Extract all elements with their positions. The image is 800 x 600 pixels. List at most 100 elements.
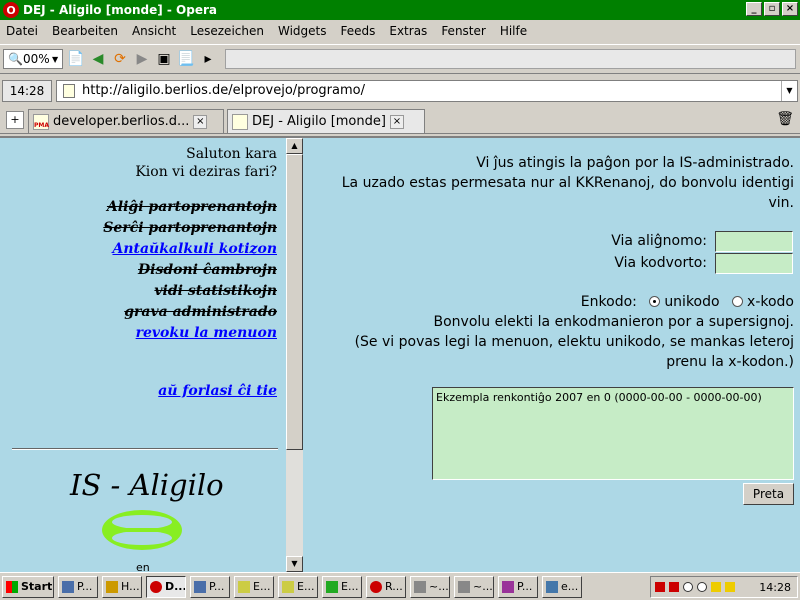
menu-lesezeichen[interactable]: Lesezeichen (183, 24, 271, 38)
chevron-down-icon: ▼ (52, 54, 59, 64)
task-label: ~... (429, 580, 449, 593)
clock-display: 14:28 (2, 79, 52, 102)
username-input[interactable] (715, 231, 793, 252)
link-administrado[interactable]: grava administrado (124, 304, 277, 320)
url-input[interactable]: http://aligilo.berlios.de/elprovejo/prog… (56, 79, 798, 102)
task-button[interactable]: P... (498, 575, 538, 598)
menu-datei[interactable]: Datei (0, 24, 45, 38)
close-button[interactable]: × (782, 2, 798, 16)
task-button[interactable]: H... (102, 575, 142, 598)
logo-icon (102, 510, 182, 550)
tray-icon[interactable] (697, 582, 707, 592)
task-button[interactable]: E... (278, 575, 318, 598)
task-label: P... (517, 580, 533, 593)
window-titlebar: O DEJ - Aligilo [monde] - Opera _ ▫ × (0, 0, 800, 20)
tray-icon[interactable] (711, 582, 721, 592)
task-button[interactable]: P... (190, 575, 230, 598)
panel-icon[interactable]: ▣ (155, 50, 173, 68)
logout-link[interactable]: aŭ forlasi ĉi tie (158, 383, 277, 399)
tab-developer-berlios[interactable]: PMA developer.berlios.d... × (28, 109, 224, 133)
login-frame: Vi ĵus atingis la paĝon por la IS-admini… (305, 138, 800, 572)
back-icon[interactable]: ◀ (89, 50, 107, 68)
maximize-button[interactable]: ▫ (764, 2, 780, 16)
minimize-button[interactable]: _ (746, 2, 762, 16)
vertical-scrollbar[interactable]: ▲ ▼ (286, 138, 303, 572)
password-input[interactable] (715, 253, 793, 274)
window-title: DEJ - Aligilo [monde] - Opera (23, 3, 217, 17)
task-label: P... (209, 580, 225, 593)
book-icon (502, 580, 514, 593)
task-label: E... (297, 580, 315, 593)
search-field[interactable] (225, 49, 796, 69)
tab-dej-aligilo[interactable]: DEJ - Aligilo [monde] × (227, 109, 425, 133)
menu-hilfe[interactable]: Hilfe (493, 24, 534, 38)
link-statistikoj[interactable]: vidi statistikojn (154, 283, 277, 299)
page-icon (63, 83, 75, 98)
new-page-icon[interactable]: 📄 (67, 50, 85, 68)
task-button-opera[interactable]: D... (146, 575, 186, 598)
network-icon (546, 580, 558, 593)
encoding-help1: Bonvolu elekti la enkodmanieron por a su… (433, 314, 794, 330)
link-aligi[interactable]: Aliĝi partoprenantojn (107, 199, 277, 215)
tray-icon[interactable] (655, 582, 665, 592)
reload-icon[interactable]: ⟳ (111, 50, 129, 68)
encoding-label: Enkodo: (580, 294, 637, 310)
task-button[interactable]: e... (542, 575, 582, 598)
tray-icon[interactable] (669, 582, 679, 592)
link-antaukalkuli[interactable]: Antaŭkalkuli kotizon (112, 241, 277, 257)
tray-icon[interactable] (683, 582, 693, 592)
app-icon (62, 580, 74, 593)
tab-label: DEJ - Aligilo [monde] (252, 114, 386, 129)
menu-ansicht[interactable]: Ansicht (125, 24, 183, 38)
forward-icon[interactable]: ▶ (133, 50, 151, 68)
task-button[interactable]: E... (234, 575, 274, 598)
scroll-down-icon[interactable]: ▼ (286, 556, 303, 572)
page-icon[interactable]: 📃 (177, 50, 195, 68)
opera-icon (370, 580, 382, 593)
start-button[interactable]: Start (2, 575, 54, 598)
task-button[interactable]: ~... (454, 575, 494, 598)
explorer-icon (282, 580, 294, 593)
menu-widgets[interactable]: Widgets (271, 24, 334, 38)
new-tab-button[interactable]: + (6, 111, 24, 129)
zoom-value: 00% (22, 52, 50, 66)
task-button[interactable]: P... (58, 575, 98, 598)
bookmark-icon[interactable]: ▸ (199, 50, 217, 68)
close-tab-icon[interactable]: × (389, 114, 404, 129)
zoom-select[interactable]: 🔍 00% ▼ (3, 49, 63, 69)
trash-icon[interactable]: 🗑 (776, 111, 794, 127)
close-tab-icon[interactable]: × (193, 114, 208, 129)
menu-frame: Saluton kara Kion vi deziras fari? Aliĝi… (0, 138, 303, 574)
divider (12, 448, 278, 450)
menu-bearbeiten[interactable]: Bearbeiten (45, 24, 125, 38)
address-bar: 14:28 http://aligilo.berlios.de/elprovej… (0, 77, 800, 104)
question: Kion vi deziras fari? (135, 164, 277, 180)
radio-x-kodo[interactable] (732, 296, 744, 307)
tray-icon[interactable] (725, 582, 735, 592)
menubar: Datei Bearbeiten Ansicht Lesezeichen Wid… (0, 21, 800, 41)
scroll-up-icon[interactable]: ▲ (286, 138, 303, 154)
menu-extras[interactable]: Extras (382, 24, 434, 38)
menu-feeds[interactable]: Feeds (333, 24, 382, 38)
link-revoku[interactable]: revoku la menuon (136, 325, 277, 341)
explorer-icon (238, 580, 250, 593)
task-label: P... (77, 580, 93, 593)
zoom-icon: 🔍 (8, 52, 23, 66)
encoding-help3: prenu la x-kodon.) (666, 354, 794, 370)
radio-unikodo[interactable] (649, 296, 661, 307)
task-button[interactable]: E... (322, 575, 362, 598)
chevron-down-icon[interactable]: ▼ (781, 80, 797, 101)
event-textarea[interactable]: Ekzempla renkontiĝo 2007 en 0 (0000-00-0… (432, 387, 794, 480)
link-serci[interactable]: Serĉi partoprenantojn (103, 220, 277, 236)
scroll-thumb[interactable] (286, 154, 303, 450)
task-label: e... (561, 580, 579, 593)
submit-button[interactable]: Preta (743, 483, 794, 505)
task-label: D... (165, 580, 186, 593)
task-button[interactable]: R... (366, 575, 406, 598)
page-icon (232, 113, 248, 130)
intro-line1: Vi ĵus atingis la paĝon por la IS-admini… (476, 155, 794, 171)
menu-fenster[interactable]: Fenster (434, 24, 493, 38)
task-button[interactable]: ~... (410, 575, 450, 598)
intro-line3: vin. (768, 195, 795, 211)
link-disdoni[interactable]: Disdoni ĉambrojn (138, 262, 277, 278)
